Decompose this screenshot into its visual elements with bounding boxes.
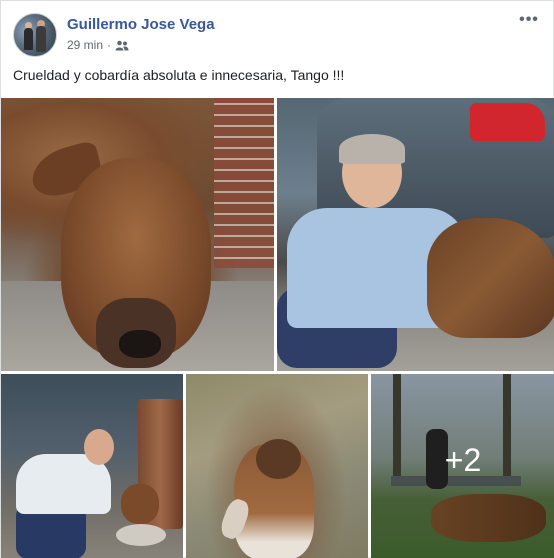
photo-dog bbox=[121, 484, 159, 524]
post-card: Guillermo Jose Vega 29 min · ••• Cruelda… bbox=[0, 0, 554, 558]
meta-separator: · bbox=[107, 38, 112, 52]
more-options-icon[interactable]: ••• bbox=[517, 12, 541, 33]
post-photo-4[interactable] bbox=[186, 374, 368, 558]
post-header: Guillermo Jose Vega 29 min · ••• bbox=[13, 12, 543, 57]
photo-bowl bbox=[116, 524, 166, 546]
photo-man-hair bbox=[339, 134, 405, 164]
friends-icon[interactable] bbox=[115, 40, 129, 51]
post-photo-3[interactable] bbox=[1, 374, 183, 558]
photo-dog bbox=[427, 218, 554, 338]
avatar[interactable] bbox=[13, 13, 57, 57]
post-photo-2[interactable] bbox=[277, 98, 554, 371]
photo-man-head bbox=[84, 429, 114, 465]
more-photos-count[interactable]: +2 bbox=[371, 442, 554, 479]
photo-dog-head bbox=[256, 439, 301, 479]
author-name-link[interactable]: Guillermo Jose Vega bbox=[67, 16, 215, 33]
post-photo-5[interactable]: +2 bbox=[371, 374, 554, 558]
post-timestamp[interactable]: 29 min bbox=[67, 38, 103, 52]
photo-brick-wall bbox=[214, 98, 274, 268]
avatar-figure bbox=[36, 26, 46, 52]
post-photo-1[interactable] bbox=[1, 98, 274, 371]
post-text: Crueldad y cobardía absoluta e innecesar… bbox=[13, 67, 345, 83]
avatar-figure bbox=[24, 28, 33, 50]
photo-dog-nose bbox=[119, 330, 161, 358]
photo-tail-light bbox=[470, 103, 545, 141]
post-meta: 29 min · bbox=[67, 38, 129, 52]
